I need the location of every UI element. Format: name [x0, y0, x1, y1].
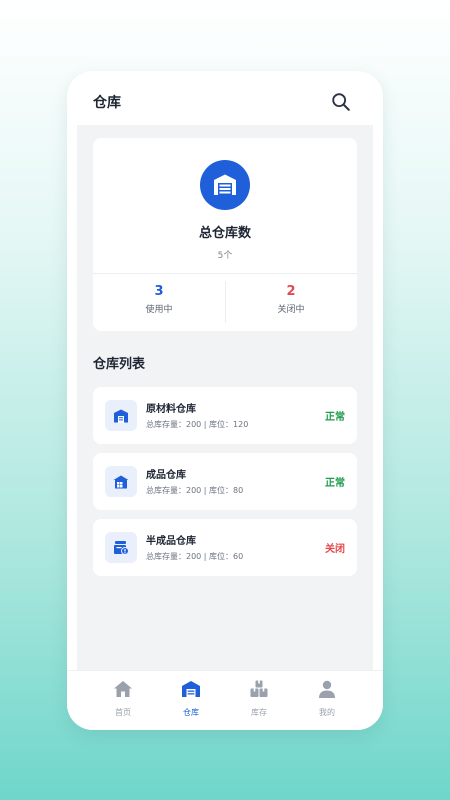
tab-warehouse[interactable]: 仓库: [171, 679, 211, 718]
status-badge: 正常: [325, 412, 345, 423]
phone-frame: 仓库 总仓库数 5个 3 使用中 2 关闭中 仓库列表 原材料仓库 总库存量：2…: [67, 71, 383, 730]
warehouse-name: 成品仓库: [146, 470, 186, 481]
stat-closed-value: 2: [286, 284, 296, 299]
list-title: 仓库列表: [93, 357, 146, 372]
status-badge: 关闭: [325, 544, 345, 555]
summary-title: 总仓库数: [198, 226, 251, 241]
user-icon: [319, 680, 335, 698]
stock-box-icon: [105, 532, 137, 563]
summary-count: 5个: [217, 251, 233, 261]
divider: [93, 273, 357, 274]
page-title: 仓库: [93, 95, 121, 111]
warehouse-name: 半成品仓库: [146, 536, 196, 547]
main-content: 总仓库数 5个 3 使用中 2 关闭中 仓库列表 原材料仓库 总库存量：200 …: [77, 125, 373, 670]
tab-warehouse-label: 仓库: [183, 708, 199, 717]
warehouse-icon: [182, 681, 200, 697]
warehouse-name: 原材料仓库: [146, 404, 196, 415]
tab-profile-label: 我的: [319, 708, 335, 717]
tab-profile[interactable]: 我的: [307, 679, 347, 718]
warehouse-icon: [105, 400, 137, 431]
warehouse-icon: [200, 160, 250, 210]
stat-using-label: 使用中: [145, 305, 173, 315]
warehouse-detail: 总库存量：200 | 库位：80: [146, 486, 244, 495]
warehouse-detail: 总库存量：200 | 库位：60: [146, 552, 244, 561]
stat-closed-label: 关闭中: [277, 305, 305, 315]
stat-using: 3 使用中: [93, 284, 225, 315]
stat-using-value: 3: [154, 284, 164, 299]
tab-home-label: 首页: [115, 708, 131, 717]
warehouse-item-raw-material[interactable]: 原材料仓库 总库存量：200 | 库位：120 正常: [93, 387, 357, 444]
warehouse-building-icon: [105, 466, 137, 497]
warehouse-item-semi-finished[interactable]: 半成品仓库 总库存量：200 | 库位：60 关闭: [93, 519, 357, 576]
tab-inventory[interactable]: 库存: [239, 679, 279, 718]
tab-home[interactable]: 首页: [103, 679, 143, 718]
stat-closed: 2 关闭中: [225, 284, 357, 315]
warehouse-item-finished[interactable]: 成品仓库 总库存量：200 | 库位：80 正常: [93, 453, 357, 510]
boxes-icon: [250, 680, 268, 697]
home-icon: [114, 681, 132, 697]
tab-inventory-label: 库存: [251, 708, 267, 717]
summary-card: 总仓库数 5个 3 使用中 2 关闭中: [93, 138, 357, 331]
status-badge: 正常: [325, 478, 345, 489]
header: 仓库: [67, 71, 383, 125]
bottom-tab-bar: 首页 仓库 库存 我的: [67, 670, 383, 730]
warehouse-detail: 总库存量：200 | 库位：120: [146, 420, 249, 429]
search-icon[interactable]: [330, 91, 352, 113]
